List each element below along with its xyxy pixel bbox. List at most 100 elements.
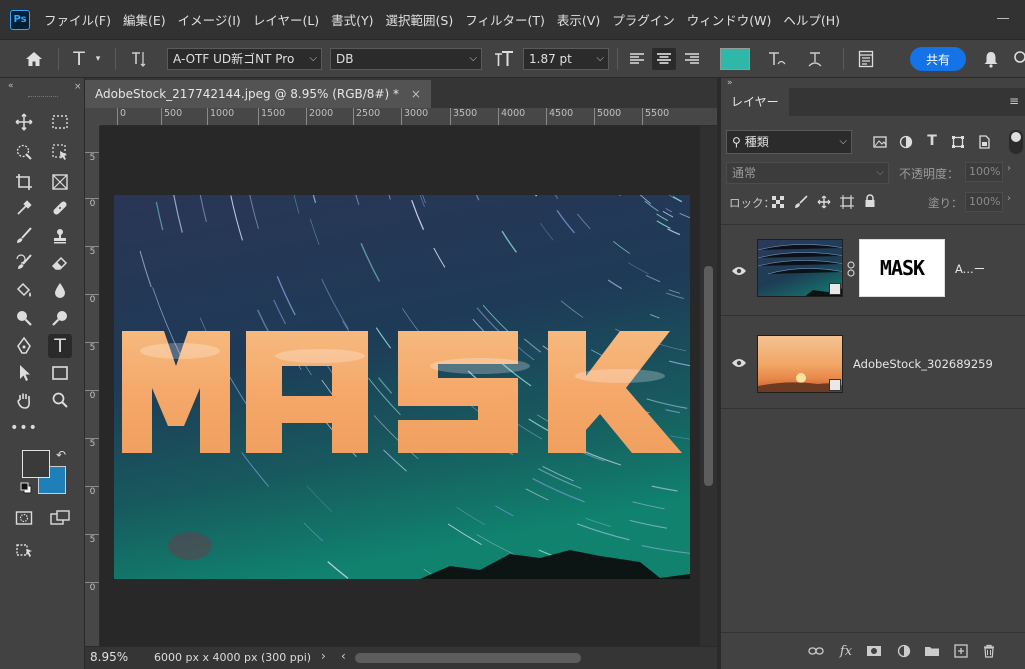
menu-file[interactable]: ファイル(F) [38,10,117,29]
menu-window[interactable]: ウィンドウ(W) [681,10,778,29]
close-icon[interactable]: × [74,82,82,92]
vertical-scrollbar[interactable] [700,126,717,646]
menu-type[interactable]: 書式(Y) [325,10,379,29]
eye-icon[interactable] [731,263,747,279]
layer-mask-thumbnail[interactable]: MASK [859,239,945,297]
new-layer-icon[interactable] [952,643,970,659]
foreground-color-swatch[interactable] [22,450,50,478]
brush-tool-icon[interactable] [12,224,36,248]
bell-icon[interactable] [980,48,1002,70]
screen-mode-icon[interactable] [48,506,72,530]
menu-help[interactable]: ヘルプ(H) [777,10,846,29]
horizontal-scroll-thumb[interactable] [355,653,581,663]
path-selection-tool-icon[interactable] [12,361,36,385]
trash-icon[interactable] [980,643,998,659]
menu-plugins[interactable]: プラグイン [606,10,681,29]
type-tool-icon[interactable]: T [48,334,72,358]
blend-mode-dropdown[interactable]: 通常 ⌵ [726,162,889,184]
pen-tool-icon[interactable] [12,334,36,358]
pixel-layer-filter-icon[interactable] [871,134,889,150]
chevron-right-icon[interactable]: › [321,649,326,663]
panel-menu-icon[interactable]: ≡ [1009,94,1019,108]
lock-transparent-icon[interactable] [770,194,786,210]
link-icon[interactable] [847,261,855,280]
lock-all-icon[interactable] [862,193,878,209]
canvas-area[interactable] [100,126,700,646]
warp-text-icon[interactable] [765,48,789,70]
lock-artboard-icon[interactable] [839,194,855,210]
eyedropper-tool-icon[interactable] [12,196,36,220]
hand-tool-icon[interactable] [12,388,36,412]
default-colors-icon[interactable] [20,482,32,494]
menu-select[interactable]: 選択範囲(S) [380,10,460,29]
menu-edit[interactable]: 編集(E) [117,10,172,29]
collapse-icon[interactable]: « [8,81,14,91]
fill-input[interactable]: 100% [965,192,1003,212]
font-family-dropdown[interactable]: A-OTF UD新ゴNT Pro ⌵ [167,48,322,70]
artboard-tool-icon[interactable] [12,538,36,562]
align-left-icon[interactable] [626,49,648,69]
layer-style-icon[interactable]: fx [837,643,855,659]
adjustment-layer-filter-icon[interactable] [897,134,915,150]
expand-icon[interactable]: » [727,78,733,88]
move-tool-icon[interactable] [12,110,36,134]
minimize-icon[interactable] [997,18,1009,19]
scroll-thumb[interactable] [704,266,713,486]
document-tab[interactable]: AdobeStock_217742144.jpeg @ 8.95% (RGB/8… [85,80,431,108]
zoom-level[interactable]: 8.95% [90,650,128,664]
search-icon[interactable] [1010,48,1025,70]
home-icon[interactable] [22,49,46,69]
layer-name[interactable]: A...ー [955,261,985,277]
history-brush-tool-icon[interactable] [12,251,36,275]
new-adjustment-layer-icon[interactable] [895,643,913,659]
text-orientation-icon[interactable] [128,49,150,69]
paint-bucket-tool-icon[interactable] [12,278,36,302]
healing-brush-tool-icon[interactable] [48,196,72,220]
document-canvas[interactable] [100,126,700,646]
layer-name[interactable]: AdobeStock_302689259 [853,357,993,371]
shape-layer-filter-icon[interactable] [949,134,967,150]
crop-tool-icon[interactable] [12,170,36,194]
menu-view[interactable]: 表示(V) [551,10,606,29]
chevron-left-icon[interactable]: ‹ [341,649,346,663]
quick-mask-icon[interactable] [12,506,36,530]
share-button[interactable]: 共有 [910,47,966,71]
type-tool-preset-icon[interactable]: T [68,47,90,71]
blur-tool-icon[interactable] [48,278,72,302]
layer-thumbnail[interactable] [757,335,843,393]
new-group-icon[interactable] [923,643,941,659]
align-right-icon[interactable] [681,49,703,69]
add-mask-icon[interactable] [865,643,883,659]
smudge-tool-icon[interactable] [48,306,72,330]
object-selection-tool-icon[interactable] [12,140,36,164]
chevron-right-icon[interactable]: › [1007,193,1011,204]
link-layers-icon[interactable] [807,643,825,659]
close-tab-icon[interactable]: × [411,87,421,101]
dodge-tool-icon[interactable] [12,306,36,330]
zoom-tool-icon[interactable] [48,388,72,412]
type-layer-filter-icon[interactable]: T [923,133,941,149]
rectangle-tool-icon[interactable] [48,361,72,385]
menu-layer[interactable]: レイヤー(L) [247,10,325,29]
3d-text-icon[interactable] [803,48,827,70]
align-center-icon[interactable] [652,48,676,70]
tab-layers[interactable]: レイヤー [721,88,789,116]
filter-toggle[interactable] [1009,130,1023,154]
font-size-dropdown[interactable]: 1.87 pt ⌵ [523,48,609,70]
character-panel-icon[interactable] [854,48,878,70]
chevron-right-icon[interactable]: › [1007,163,1011,174]
frame-tool-icon[interactable] [48,170,72,194]
opacity-input[interactable]: 100% [965,162,1003,182]
chevron-down-icon[interactable]: ▾ [92,51,104,67]
layer-row[interactable]: MASK A...ー [721,225,1025,316]
menu-image[interactable]: イメージ(I) [172,10,247,29]
lock-pixels-icon[interactable] [793,194,809,210]
lock-position-icon[interactable] [816,194,832,210]
crop-select-tool-icon[interactable] [48,140,72,164]
eraser-tool-icon[interactable] [48,251,72,275]
text-color-swatch[interactable] [720,48,750,70]
layer-thumbnail[interactable] [757,239,843,297]
swap-colors-icon[interactable]: ↶ [56,448,66,462]
more-tools-icon[interactable]: ••• [10,416,37,440]
layer-row[interactable]: AdobeStock_302689259 [721,317,1025,409]
